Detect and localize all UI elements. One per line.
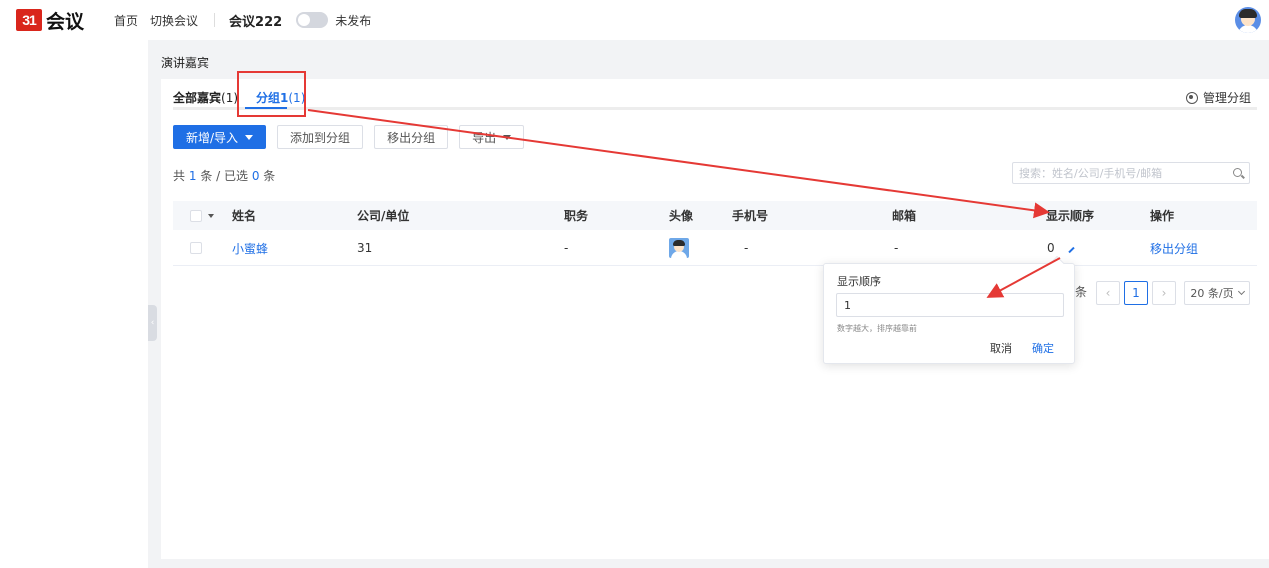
toggle-knob xyxy=(298,14,311,26)
avatar-hair xyxy=(673,240,685,246)
prev-page-button[interactable]: ‹ xyxy=(1096,281,1120,305)
logo-text: 会议 xyxy=(46,10,85,33)
cell-name: 小蜜蜂 xyxy=(232,231,268,265)
select-all-checkbox[interactable] xyxy=(190,209,202,222)
caret-down-icon xyxy=(245,134,254,140)
display-order-value: 0 xyxy=(1047,241,1055,255)
top-bar: 31 会议 首页 切换会议 会议222 未发布 xyxy=(0,0,1269,40)
main-panel: 全部嘉宾(1) 分组1(1) 管理分组 新增/导入 添加到分组 移出分组 导出 … xyxy=(161,71,1269,559)
left-sidebar xyxy=(0,40,148,568)
row-checkbox-cell xyxy=(190,231,202,265)
search-icon[interactable] xyxy=(1233,168,1242,177)
nav-home-link[interactable]: 首页 xyxy=(114,12,138,29)
user-avatar[interactable] xyxy=(1235,7,1261,33)
popover-confirm-button[interactable]: 确定 xyxy=(1032,340,1054,356)
speaker-avatar xyxy=(669,238,689,258)
avatar-hair xyxy=(1239,9,1257,18)
column-header-phone: 手机号 xyxy=(732,209,769,223)
chevron-left-icon: ‹ xyxy=(150,318,155,328)
popover-title: 显示顺序 xyxy=(837,275,881,288)
remove-from-group-link[interactable]: 移出分组 xyxy=(1150,240,1198,257)
table-row: 小蜜蜂 31 - - - 0 移出分组 xyxy=(173,231,1257,266)
summary-prefix: 共 xyxy=(173,169,186,183)
table-header: 姓名 公司/单位 职务 头像 手机号 邮箱 显示顺序 操作 xyxy=(173,201,1257,230)
manage-groups-button[interactable]: 管理分组 xyxy=(1185,89,1251,106)
new-import-label: 新增/导入 xyxy=(186,130,239,145)
caret-down-icon[interactable] xyxy=(208,213,214,218)
column-header-company: 公司/单位 xyxy=(357,209,410,223)
nav-switch-conference-link[interactable]: 切换会议 xyxy=(150,12,198,29)
popover-cancel-button[interactable]: 取消 xyxy=(990,340,1012,356)
column-header-name: 姓名 xyxy=(232,209,257,223)
edit-order-icon[interactable] xyxy=(1067,246,1075,253)
avatar-body xyxy=(671,251,687,258)
column-header-title: 职务 xyxy=(564,209,589,223)
search-box xyxy=(1012,162,1250,184)
nav-divider xyxy=(214,13,216,27)
gear-icon xyxy=(1185,91,1198,104)
column-header-email: 邮箱 xyxy=(892,209,917,223)
pagination-total: 条 xyxy=(1075,285,1088,299)
cell-company: 31 xyxy=(357,241,373,255)
display-order-popover: 显示顺序 数字越大，排序越靠前 取消 确定 xyxy=(823,255,1075,364)
row-checkbox[interactable] xyxy=(190,242,202,254)
cell-avatar xyxy=(669,231,689,265)
remove-from-group-button[interactable]: 移出分组 xyxy=(374,125,449,149)
add-to-group-button[interactable]: 添加到分组 xyxy=(277,125,364,149)
column-header-actions: 操作 xyxy=(1150,209,1175,223)
page-size-select[interactable]: 20 条/页 xyxy=(1184,281,1250,305)
summary-selected: 0 xyxy=(251,169,260,183)
cell-actions: 移出分组 xyxy=(1150,231,1198,265)
tab-all-count: (1) xyxy=(221,91,239,105)
annotation-highlight-box xyxy=(237,71,306,117)
summary-mid: 条 / 已选 xyxy=(200,169,248,183)
cell-phone: - xyxy=(744,241,749,255)
tab-divider xyxy=(173,107,1257,110)
toolbar: 新增/导入 添加到分组 移出分组 导出 xyxy=(173,125,535,149)
chevron-down-icon xyxy=(1237,287,1245,296)
logo[interactable]: 31 会议 xyxy=(16,7,84,34)
caret-down-icon xyxy=(503,134,512,140)
conference-name: 会议222 xyxy=(229,14,283,30)
publish-toggle[interactable] xyxy=(296,12,329,28)
search-input[interactable] xyxy=(1019,166,1224,180)
column-header-display-order: 显示顺序 xyxy=(1046,209,1095,223)
tab-all-label: 全部嘉宾 xyxy=(173,91,222,105)
breadcrumb: 演讲嘉宾 xyxy=(161,56,210,70)
tab-all-speakers[interactable]: 全部嘉宾(1) xyxy=(173,89,238,106)
sidebar-collapse-handle[interactable]: ‹ xyxy=(148,305,157,341)
summary-suffix: 条 xyxy=(263,169,276,183)
avatar-body xyxy=(1238,25,1258,33)
select-all-control[interactable] xyxy=(190,201,214,230)
selection-summary: 共 1 条 / 已选 0 条 xyxy=(173,167,275,184)
cell-title: - xyxy=(564,241,569,255)
display-order-input[interactable] xyxy=(836,293,1064,317)
logo-mark: 31 xyxy=(16,9,42,31)
speaker-name-link[interactable]: 小蜜蜂 xyxy=(232,240,268,257)
next-page-button[interactable]: › xyxy=(1152,281,1176,305)
page-size-value: 20 条/页 xyxy=(1190,287,1234,300)
cell-email: - xyxy=(894,241,899,255)
column-header-avatar: 头像 xyxy=(669,209,694,223)
page-1-button[interactable]: 1 xyxy=(1124,281,1148,305)
new-import-button[interactable]: 新增/导入 xyxy=(173,125,267,149)
summary-total: 1 xyxy=(188,169,197,183)
manage-groups-label: 管理分组 xyxy=(1202,91,1251,105)
export-label: 导出 xyxy=(472,130,497,145)
publish-status: 未发布 xyxy=(335,13,372,28)
export-button[interactable]: 导出 xyxy=(459,125,525,149)
popover-hint: 数字越大，排序越靠前 xyxy=(837,324,917,333)
